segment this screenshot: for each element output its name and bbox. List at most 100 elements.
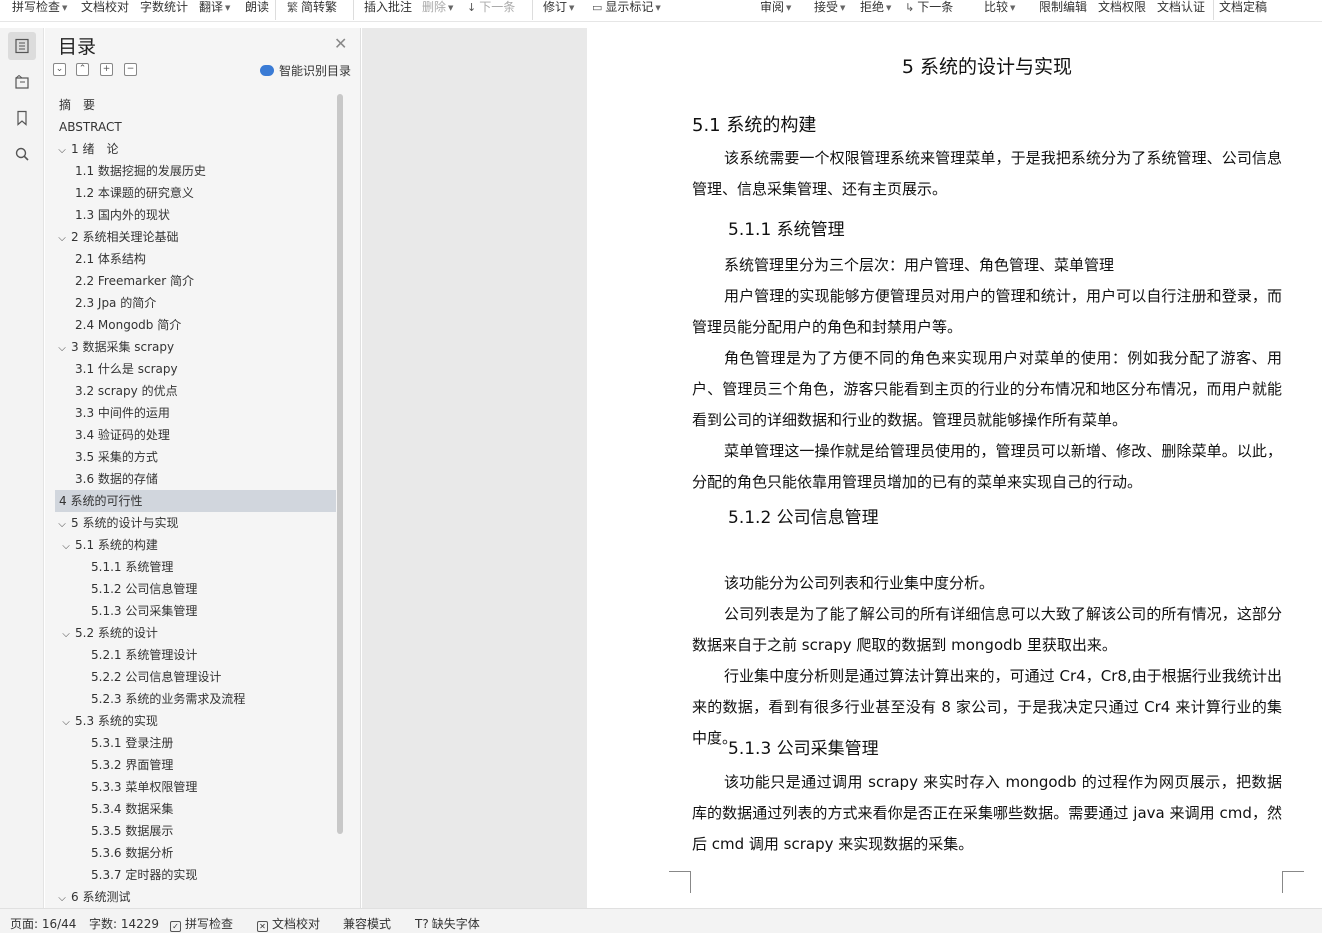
toolbar-separator [353, 0, 354, 20]
toc-item[interactable]: 摘 要 [55, 94, 336, 116]
toolbar-button[interactable]: 文档认证 [1157, 0, 1205, 14]
remove-heading-icon[interactable]: − [124, 63, 137, 76]
toc-item[interactable]: 5.3.6 数据分析 [55, 842, 336, 864]
toc-scroll-thumb[interactable] [337, 94, 343, 834]
chevron-down-icon[interactable]: ▼ [448, 4, 453, 12]
toc-item[interactable]: 5.2.2 公司信息管理设计 [55, 666, 336, 688]
toolbar-button[interactable]: 字数统计 [140, 0, 188, 14]
chevron-down-icon[interactable]: ▼ [786, 4, 791, 12]
toc-item[interactable]: 3.5 采集的方式 [55, 446, 336, 468]
chevron-down-icon[interactable]: ▼ [62, 4, 67, 12]
toolbar-button[interactable]: 繁简转繁 [287, 0, 337, 14]
toc-item[interactable]: ⌵ 5.1 系统的构建 [55, 534, 336, 556]
toolbar-button[interactable]: 翻译 ▼ [199, 0, 230, 14]
chevron-down-icon[interactable]: ⌵ [59, 536, 73, 558]
chevron-down-icon[interactable]: ⌵ [55, 338, 69, 360]
toc-item[interactable]: 5.3.4 数据采集 [55, 798, 336, 820]
word-count[interactable]: 字数: 14229 [89, 915, 159, 932]
toolbar-button[interactable]: 文档校对 [81, 0, 129, 14]
toc-item[interactable]: 5.3.5 数据展示 [55, 820, 336, 842]
chevron-down-icon[interactable]: ▼ [225, 4, 230, 12]
close-icon[interactable]: ✕ [334, 34, 347, 53]
toolbar-button[interactable]: ↓ 下一条 [467, 0, 515, 14]
toc-panel-icon[interactable] [8, 32, 36, 60]
toc-item[interactable]: 1.3 国内外的现状 [55, 204, 336, 226]
crop-mark-left [669, 871, 691, 893]
chapter-nav-icon[interactable] [8, 68, 36, 96]
toolbar-button[interactable]: 拒绝 ▼ [860, 0, 891, 14]
toc-item[interactable]: 5.1.3 公司采集管理 [55, 600, 336, 622]
toc-item[interactable]: 2.4 Mongodb 简介 [55, 314, 336, 336]
toolbar-button[interactable]: 删除 ▼ [422, 0, 453, 14]
chevron-down-icon[interactable]: ⌵ [55, 140, 69, 162]
proofread-status[interactable]: ✕ 文档校对 [257, 915, 320, 932]
chevron-down-icon[interactable]: ⌵ [59, 624, 73, 646]
toc-item-label: 1.2 本课题的研究意义 [75, 186, 194, 200]
toc-item[interactable]: 2.3 Jpa 的简介 [55, 292, 336, 314]
chevron-down-icon[interactable]: ▼ [1010, 4, 1015, 12]
toc-item[interactable]: 1.1 数据挖掘的发展历史 [55, 160, 336, 182]
toc-scrollbar[interactable] [336, 94, 344, 834]
toc-item[interactable]: 5.2.1 系统管理设计 [55, 644, 336, 666]
toc-item[interactable]: 5.3.2 界面管理 [55, 754, 336, 776]
toolbar-button[interactable]: 比较 ▼ [984, 0, 1015, 14]
toc-item[interactable]: 5.3.1 登录注册 [55, 732, 336, 754]
toc-item[interactable]: ⌵ 1 绪 论 [55, 138, 336, 160]
toolbar-button[interactable]: 审阅 ▼ [760, 0, 791, 14]
toolbar-button[interactable]: 接受 ▼ [814, 0, 845, 14]
toolbar-button[interactable]: 文档定稿 [1219, 0, 1267, 14]
toc-item-label: 5.3.3 菜单权限管理 [91, 780, 198, 794]
chevron-down-icon[interactable]: ⌵ [55, 228, 69, 250]
toc-item[interactable]: ⌵ 5.3 系统的实现 [55, 710, 336, 732]
toc-item[interactable]: 3.6 数据的存储 [55, 468, 336, 490]
font-missing-icon: T? [415, 917, 429, 931]
toolbar-button[interactable]: 插入批注 [364, 0, 412, 14]
toc-item[interactable]: ⌵ 5 系统的设计与实现 [55, 512, 336, 534]
chevron-down-icon[interactable]: ⌵ [55, 888, 69, 904]
chevron-down-icon[interactable]: ▼ [840, 4, 845, 12]
toc-item[interactable]: 5.3.7 定时器的实现 [55, 864, 336, 886]
toc-item[interactable]: 5.1.2 公司信息管理 [55, 578, 336, 600]
toc-item[interactable]: 2.2 Freemarker 简介 [55, 270, 336, 292]
toc-item[interactable]: 3.2 scrapy 的优点 [55, 380, 336, 402]
toc-item[interactable]: 2.1 体系结构 [55, 248, 336, 270]
paragraph: 菜单管理这一操作就是给管理员使用的，管理员可以新增、修改、删除菜单。以此，分配的… [692, 442, 1282, 491]
search-icon[interactable] [8, 140, 36, 168]
toolbar-button[interactable]: ▭ 显示标记 ▼ [592, 0, 661, 14]
toolbar-button[interactable]: 朗读 [245, 0, 269, 14]
toc-item[interactable]: 3.3 中间件的运用 [55, 402, 336, 424]
toc-item[interactable]: 5.2.3 系统的业务需求及流程 [55, 688, 336, 710]
toc-item[interactable]: ⌵ 2 系统相关理论基础 [55, 226, 336, 248]
add-heading-icon[interactable]: + [100, 63, 113, 76]
toc-item[interactable]: 4 系统的可行性 [55, 490, 336, 512]
toc-item[interactable]: 5.3.3 菜单权限管理 [55, 776, 336, 798]
toolbar-button[interactable]: 拼写检查 ▼ [12, 0, 67, 14]
chevron-down-icon[interactable]: ▼ [886, 4, 891, 12]
chevron-down-icon[interactable]: ▼ [655, 4, 660, 12]
toc-item[interactable]: ⌵ 3 数据采集 scrapy [55, 336, 336, 358]
spell-check-status[interactable]: ✓ 拼写检查 [170, 915, 233, 932]
toolbar-button[interactable]: 修订 ▼ [543, 0, 574, 14]
toc-item[interactable]: ABSTRACT [55, 116, 336, 138]
toc-item[interactable]: 3.4 验证码的处理 [55, 424, 336, 446]
bookmark-icon[interactable] [8, 104, 36, 132]
chevron-down-icon[interactable]: ⌵ [55, 514, 69, 536]
toc-item-label: 2.1 体系结构 [75, 252, 146, 266]
toolbar-button[interactable]: 文档权限 [1098, 0, 1146, 14]
collapse-all-icon[interactable]: ⌄ [53, 63, 66, 76]
page-indicator[interactable]: 页面: 16/44 [10, 915, 76, 932]
toc-item[interactable]: 1.2 本课题的研究意义 [55, 182, 336, 204]
chevron-down-icon[interactable]: ⌵ [59, 712, 73, 734]
toc-item[interactable]: 5.1.1 系统管理 [55, 556, 336, 578]
toolbar-button[interactable]: 限制编辑 [1039, 0, 1087, 14]
toolbar-button[interactable]: ↳ 下一条 [905, 0, 953, 14]
expand-all-icon[interactable]: ⌃ [76, 63, 89, 76]
missing-font-status[interactable]: T? 缺失字体 [415, 915, 480, 932]
toc-item[interactable]: 3.1 什么是 scrapy [55, 358, 336, 380]
compat-mode[interactable]: 兼容模式 [343, 915, 391, 932]
toc-item[interactable]: ⌵ 5.2 系统的设计 [55, 622, 336, 644]
document-page[interactable]: 5 系统的设计与实现 5.1 系统的构建 该系统需要一个权限管理系统来管理菜单，于… [587, 28, 1322, 908]
chevron-down-icon[interactable]: ▼ [569, 4, 574, 12]
toc-item[interactable]: ⌵ 6 系统测试 [55, 886, 336, 904]
smart-toc-button[interactable]: 智能识别目录 [260, 62, 351, 79]
